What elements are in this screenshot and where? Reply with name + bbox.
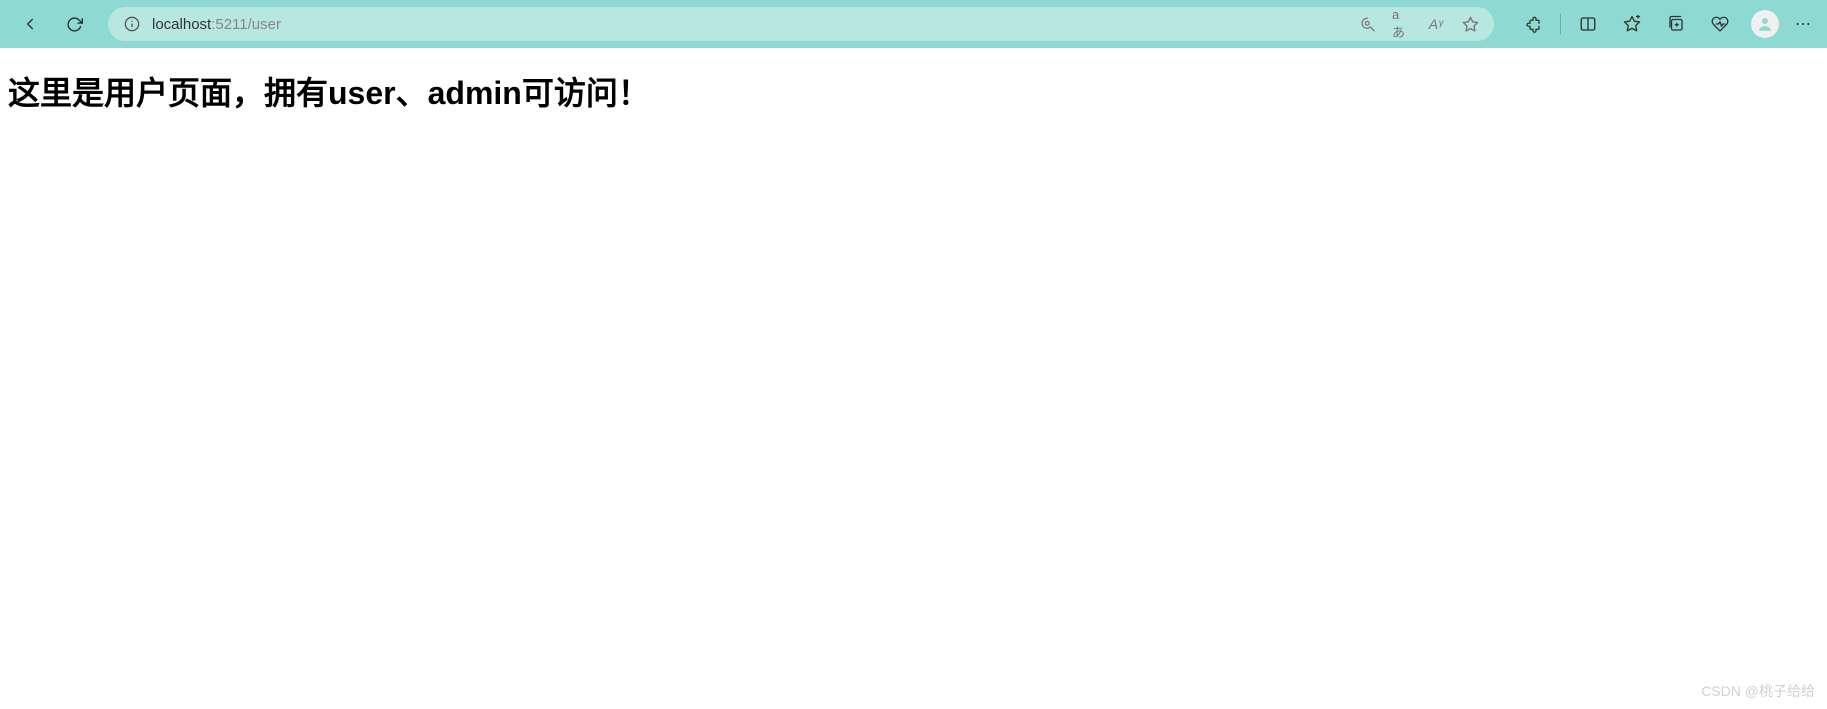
back-button[interactable] [12,6,48,42]
url-port: :5211 [211,16,247,33]
url-path: /user [248,16,281,33]
profile-avatar-icon[interactable] [1751,10,1779,38]
split-screen-icon[interactable] [1569,5,1607,43]
watermark: CSDN @桃子给给 [1701,681,1815,701]
toolbar-right: ⋯ [1514,5,1815,43]
read-aloud-icon[interactable]: Aᵞ [1426,14,1446,34]
favorites-icon[interactable] [1613,5,1651,43]
browser-toolbar: localhost:5211/user aあ Aᵞ [0,0,1827,48]
page-heading: 这里是用户页面，拥有user、admin可访问！ [8,68,1819,114]
url-text: localhost:5211/user [152,16,1348,33]
more-menu-icon[interactable]: ⋯ [1791,14,1815,34]
collections-icon[interactable] [1657,5,1695,43]
favorite-star-icon[interactable] [1460,14,1480,34]
toolbar-divider [1560,14,1561,34]
performance-icon[interactable] [1701,5,1739,43]
url-host: localhost [152,16,211,33]
address-bar[interactable]: localhost:5211/user aあ Aᵞ [108,7,1494,41]
refresh-button[interactable] [56,6,92,42]
address-bar-actions: aあ Aᵞ [1358,14,1480,34]
translate-icon[interactable]: aあ [1392,14,1412,34]
page-content: 这里是用户页面，拥有user、admin可访问！ [0,48,1827,134]
search-icon[interactable] [1358,14,1378,34]
extensions-icon[interactable] [1514,5,1552,43]
site-info-icon[interactable] [122,14,142,34]
